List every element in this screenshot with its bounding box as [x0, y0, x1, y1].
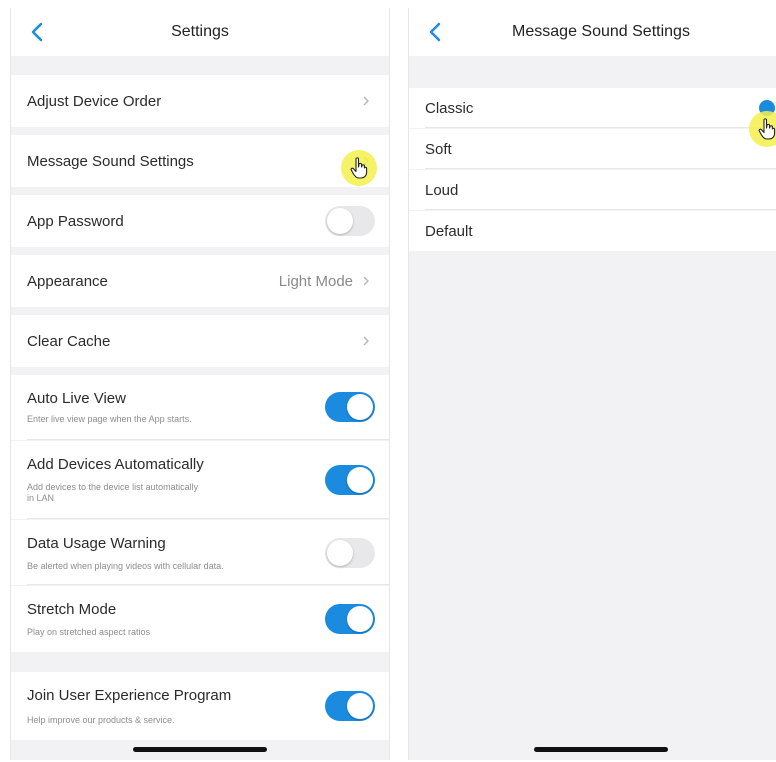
row-divider	[27, 584, 389, 585]
chevron-right-icon	[363, 276, 369, 286]
message-sound-settings-row[interactable]: Message Sound Settings	[11, 135, 389, 187]
chevron-left-icon	[429, 22, 441, 42]
settings-screen: Settings Adjust Device Order Message Sou…	[10, 8, 390, 760]
stretch-mode-toggle[interactable]	[325, 604, 375, 634]
row-divider	[27, 439, 389, 440]
chevron-right-icon	[363, 336, 369, 346]
toggle-knob	[347, 693, 373, 719]
stretch-mode-description: Play on stretched aspect ratios	[27, 627, 151, 637]
data-usage-warning-toggle[interactable]	[325, 538, 375, 568]
row-divider	[425, 209, 776, 210]
data-usage-warning-description: Be alerted when playing videos with cell…	[27, 561, 224, 571]
chevron-right-icon	[363, 96, 369, 106]
toggle-knob	[327, 540, 353, 566]
row-divider	[425, 127, 776, 128]
appearance-label: Appearance	[27, 272, 108, 290]
join-user-experience-program-label: Join User Experience Program	[27, 687, 232, 704]
sound-option-label: Classic	[425, 99, 474, 117]
page-title: Settings	[171, 23, 229, 40]
home-indicator	[534, 747, 668, 752]
sound-option-default[interactable]: Default	[409, 211, 776, 251]
auto-live-view-toggle[interactable]	[325, 392, 375, 422]
add-devices-automatically-label: Add Devices Automatically	[27, 456, 204, 473]
data-usage-warning-row: Data Usage Warning Be alerted when playi…	[11, 520, 389, 585]
appearance-value: Light Mode	[278, 272, 353, 290]
auto-live-view-row: Auto Live View Enter live view page when…	[11, 375, 389, 440]
sound-option-label: Soft	[425, 140, 452, 158]
message-sound-settings-label: Message Sound Settings	[27, 152, 194, 170]
sound-option-classic[interactable]: Classic	[409, 88, 776, 128]
auto-live-view-label: Auto Live View	[27, 390, 126, 407]
hand-pointer-icon	[350, 157, 368, 179]
add-devices-automatically-description-line2: in LAN	[27, 493, 55, 503]
row-divider	[425, 168, 776, 169]
back-button[interactable]	[421, 18, 449, 46]
back-button[interactable]	[23, 18, 51, 46]
app-password-toggle[interactable]	[325, 206, 375, 236]
stretch-mode-label: Stretch Mode	[27, 601, 117, 618]
hand-pointer-icon	[758, 118, 776, 140]
appearance-row[interactable]: Appearance Light Mode	[11, 255, 389, 307]
tap-cursor	[341, 150, 377, 186]
join-user-experience-program-row: Join User Experience Program Help improv…	[11, 672, 389, 740]
join-user-experience-program-description: Help improve our products & service.	[27, 715, 175, 725]
clear-cache-label: Clear Cache	[27, 332, 111, 350]
add-devices-automatically-toggle[interactable]	[325, 465, 375, 495]
adjust-device-order-label: Adjust Device Order	[27, 92, 162, 110]
adjust-device-order-row[interactable]: Adjust Device Order	[11, 75, 389, 127]
settings-navbar: Settings	[11, 8, 389, 56]
row-divider	[27, 518, 389, 519]
add-devices-automatically-row: Add Devices Automatically Add devices to…	[11, 441, 389, 519]
sound-option-label: Default	[425, 222, 473, 240]
app-password-label: App Password	[27, 212, 124, 230]
app-password-row: App Password	[11, 195, 389, 247]
sound-option-loud[interactable]: Loud	[409, 170, 776, 210]
join-user-experience-program-toggle[interactable]	[325, 691, 375, 721]
message-sound-settings-screen: Message Sound Settings Classic Soft Loud…	[408, 8, 776, 760]
toggle-knob	[347, 394, 373, 420]
toggle-knob	[327, 208, 353, 234]
auto-live-view-description: Enter live view page when the App starts…	[27, 414, 192, 424]
home-indicator	[133, 747, 267, 752]
data-usage-warning-label: Data Usage Warning	[27, 535, 166, 552]
toggle-knob	[347, 606, 373, 632]
chevron-left-icon	[31, 22, 43, 42]
clear-cache-row[interactable]: Clear Cache	[11, 315, 389, 367]
sound-option-soft[interactable]: Soft	[409, 129, 776, 169]
page-title: Message Sound Settings	[512, 23, 690, 40]
toggle-knob	[347, 467, 373, 493]
stretch-mode-row: Stretch Mode Play on stretched aspect ra…	[11, 586, 389, 652]
add-devices-automatically-description-line1: Add devices to the device list automatic…	[27, 482, 199, 492]
sound-option-label: Loud	[425, 181, 459, 199]
message-sound-navbar: Message Sound Settings	[409, 8, 776, 56]
